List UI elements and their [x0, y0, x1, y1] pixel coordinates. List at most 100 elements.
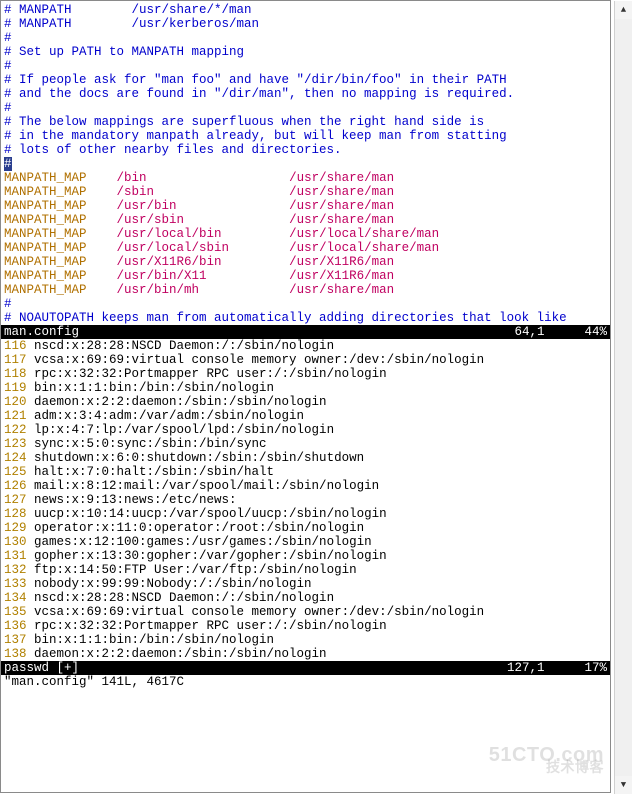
line-text: lp:x:4:7:lp:/var/spool/lpd:/sbin/nologin: [34, 423, 334, 437]
watermark: 51CTO.com 技术博客: [489, 748, 604, 774]
line-number: 136: [4, 619, 34, 633]
line-text: nobody:x:99:99:Nobody:/:/sbin/nologin: [34, 577, 312, 591]
passwd-line: 135 vcsa:x:69:69:virtual console memory …: [4, 605, 607, 619]
status-file: passwd [+]: [4, 661, 79, 675]
line-text: daemon:x:2:2:daemon:/sbin:/sbin/nologin: [34, 395, 327, 409]
line-number: 138: [4, 647, 34, 661]
comment-line: #: [4, 31, 607, 45]
scroll-up-icon[interactable]: ▲: [615, 1, 632, 19]
passwd-line: 124 shutdown:x:6:0:shutdown:/sbin:/sbin/…: [4, 451, 607, 465]
manpath-map-line: MANPATH_MAP /sbin /usr/share/man: [4, 185, 607, 199]
line-number: 117: [4, 353, 34, 367]
line-number: 129: [4, 521, 34, 535]
manpath-map-line: MANPATH_MAP /usr/local/bin /usr/local/sh…: [4, 227, 607, 241]
line-number: 124: [4, 451, 34, 465]
line-text: news:x:9:13:news:/etc/news:: [34, 493, 237, 507]
line-text: games:x:12:100:games:/usr/games:/sbin/no…: [34, 535, 372, 549]
line-number: 121: [4, 409, 34, 423]
manpath-map-line: MANPATH_MAP /usr/local/sbin /usr/local/s…: [4, 241, 607, 255]
manpath-map-line: MANPATH_MAP /usr/bin/X11 /usr/X11R6/man: [4, 269, 607, 283]
line-text: rpc:x:32:32:Portmapper RPC user:/:/sbin/…: [34, 619, 387, 633]
passwd-line: 117 vcsa:x:69:69:virtual console memory …: [4, 353, 607, 367]
editor-pane-bottom[interactable]: 116 nscd:x:28:28:NSCD Daemon:/:/sbin/nol…: [1, 339, 610, 661]
scroll-track[interactable]: [615, 19, 632, 776]
passwd-line: 130 games:x:12:100:games:/usr/games:/sbi…: [4, 535, 607, 549]
comment-line: #: [4, 297, 607, 311]
comment-line: # and the docs are found in "/dir/man", …: [4, 87, 607, 101]
line-text: nscd:x:28:28:NSCD Daemon:/:/sbin/nologin: [34, 339, 334, 353]
line-number: 122: [4, 423, 34, 437]
line-number: 119: [4, 381, 34, 395]
line-text: adm:x:3:4:adm:/var/adm:/sbin/nologin: [34, 409, 304, 423]
line-text: vcsa:x:69:69:virtual console memory owne…: [34, 353, 484, 367]
comment-line: # Set up PATH to MANPATH mapping: [4, 45, 607, 59]
line-text: nscd:x:28:28:NSCD Daemon:/:/sbin/nologin: [34, 591, 334, 605]
passwd-line: 137 bin:x:1:1:bin:/bin:/sbin/nologin: [4, 633, 607, 647]
passwd-line: 120 daemon:x:2:2:daemon:/sbin:/sbin/nolo…: [4, 395, 607, 409]
manpath-map-line: MANPATH_MAP /usr/X11R6/bin /usr/X11R6/ma…: [4, 255, 607, 269]
status-pos: 64,1: [514, 325, 584, 339]
line-text: halt:x:7:0:halt:/sbin:/sbin/halt: [34, 465, 274, 479]
line-number: 116: [4, 339, 34, 353]
line-text: bin:x:1:1:bin:/bin:/sbin/nologin: [34, 633, 274, 647]
passwd-line: 128 uucp:x:10:14:uucp:/var/spool/uucp:/s…: [4, 507, 607, 521]
line-number: 134: [4, 591, 34, 605]
passwd-line: 125 halt:x:7:0:halt:/sbin:/sbin/halt: [4, 465, 607, 479]
comment-line: # in the mandatory manpath already, but …: [4, 129, 607, 143]
line-text: uucp:x:10:14:uucp:/var/spool/uucp:/sbin/…: [34, 507, 387, 521]
manpath-map-line: MANPATH_MAP /bin /usr/share/man: [4, 171, 607, 185]
statusline-bottom: passwd [+] 127,1 17%: [1, 661, 610, 675]
passwd-line: 131 gopher:x:13:30:gopher:/var/gopher:/s…: [4, 549, 607, 563]
cursor-line: #: [4, 157, 607, 171]
status-pos: 127,1: [507, 661, 585, 675]
manpath-map-line: MANPATH_MAP /usr/bin/mh /usr/share/man: [4, 283, 607, 297]
passwd-line: 121 adm:x:3:4:adm:/var/adm:/sbin/nologin: [4, 409, 607, 423]
manpath-map-line: MANPATH_MAP /usr/sbin /usr/share/man: [4, 213, 607, 227]
status-file: man.config: [4, 325, 79, 339]
vertical-scrollbar[interactable]: ▲ ▼: [614, 1, 632, 794]
terminal-window: # MANPATH /usr/share/*/man# MANPATH /usr…: [0, 0, 611, 793]
comment-line: # The below mappings are superfluous whe…: [4, 115, 607, 129]
comment-line: # MANPATH /usr/share/*/man: [4, 3, 607, 17]
passwd-line: 127 news:x:9:13:news:/etc/news:: [4, 493, 607, 507]
statusline-top: man.config 64,1 44%: [1, 325, 610, 339]
comment-line: # lots of other nearby files and directo…: [4, 143, 607, 157]
line-text: shutdown:x:6:0:shutdown:/sbin:/sbin/shut…: [34, 451, 364, 465]
comment-line: #: [4, 59, 607, 73]
line-number: 130: [4, 535, 34, 549]
line-number: 128: [4, 507, 34, 521]
line-text: vcsa:x:69:69:virtual console memory owne…: [34, 605, 484, 619]
comment-line: # NOAUTOPATH keeps man from automaticall…: [4, 311, 607, 325]
line-text: rpc:x:32:32:Portmapper RPC user:/:/sbin/…: [34, 367, 387, 381]
line-number: 132: [4, 563, 34, 577]
line-text: mail:x:8:12:mail:/var/spool/mail:/sbin/n…: [34, 479, 379, 493]
line-number: 125: [4, 465, 34, 479]
manpath-map-line: MANPATH_MAP /usr/bin /usr/share/man: [4, 199, 607, 213]
line-text: bin:x:1:1:bin:/bin:/sbin/nologin: [34, 381, 274, 395]
passwd-line: 129 operator:x:11:0:operator:/root:/sbin…: [4, 521, 607, 535]
passwd-line: 126 mail:x:8:12:mail:/var/spool/mail:/sb…: [4, 479, 607, 493]
watermark-main: 51CTO.com: [489, 744, 604, 766]
line-number: 123: [4, 437, 34, 451]
line-text: gopher:x:13:30:gopher:/var/gopher:/sbin/…: [34, 549, 387, 563]
watermark-sub: 技术博客: [489, 760, 604, 774]
passwd-line: 116 nscd:x:28:28:NSCD Daemon:/:/sbin/nol…: [4, 339, 607, 353]
editor-pane-top[interactable]: # MANPATH /usr/share/*/man# MANPATH /usr…: [1, 1, 610, 325]
scroll-down-icon[interactable]: ▼: [615, 776, 632, 794]
passwd-line: 134 nscd:x:28:28:NSCD Daemon:/:/sbin/nol…: [4, 591, 607, 605]
passwd-line: 138 daemon:x:2:2:daemon:/sbin:/sbin/nolo…: [4, 647, 607, 661]
line-number: 118: [4, 367, 34, 381]
line-number: 131: [4, 549, 34, 563]
passwd-line: 122 lp:x:4:7:lp:/var/spool/lpd:/sbin/nol…: [4, 423, 607, 437]
line-text: daemon:x:2:2:daemon:/sbin:/sbin/nologin: [34, 647, 327, 661]
passwd-line: 132 ftp:x:14:50:FTP User:/var/ftp:/sbin/…: [4, 563, 607, 577]
line-number: 133: [4, 577, 34, 591]
passwd-line: 123 sync:x:5:0:sync:/sbin:/bin/sync: [4, 437, 607, 451]
passwd-line: 136 rpc:x:32:32:Portmapper RPC user:/:/s…: [4, 619, 607, 633]
line-number: 127: [4, 493, 34, 507]
line-text: ftp:x:14:50:FTP User:/var/ftp:/sbin/nolo…: [34, 563, 357, 577]
command-line[interactable]: "man.config" 141L, 4617C: [1, 675, 610, 689]
comment-line: # MANPATH /usr/kerberos/man: [4, 17, 607, 31]
line-number: 135: [4, 605, 34, 619]
line-text: sync:x:5:0:sync:/sbin:/bin/sync: [34, 437, 267, 451]
